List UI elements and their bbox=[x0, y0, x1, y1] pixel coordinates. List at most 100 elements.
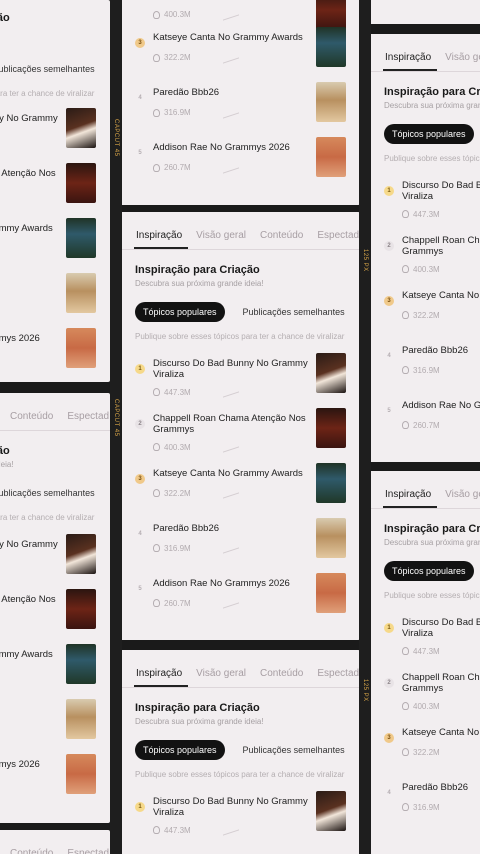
sparkline-icon bbox=[222, 106, 239, 119]
list-item[interactable]: 4 Paredão Bbb26 316.9M bbox=[384, 337, 480, 392]
item-title: Addison Rae No Grammys 2026 bbox=[153, 142, 290, 153]
item-views: 447.3M bbox=[402, 210, 440, 219]
item-views: 260.7M bbox=[153, 597, 239, 609]
section-title: Inspiração para Criação bbox=[0, 445, 10, 457]
tab-visao-geral[interactable]: Visão geral bbox=[443, 52, 480, 71]
thumbnail bbox=[316, 137, 346, 177]
left-card-top: Inspiração para Criação Tópicos populare… bbox=[0, 0, 110, 382]
list-item[interactable]: Katseye Canta No Grammy Awards bbox=[0, 215, 110, 270]
list-item[interactable]: 2 Chappell Roan Chama Atenção Nos Grammy… bbox=[135, 405, 360, 460]
section-title: Inspiração para Criação bbox=[384, 523, 480, 535]
list-item[interactable]: 1 Discurso Do Bad Bunny No Grammy Virali… bbox=[135, 788, 360, 843]
flame-icon bbox=[153, 10, 160, 19]
filter-pills: Tópicos populares Publicações semelhante… bbox=[135, 740, 360, 760]
thumbnail bbox=[316, 27, 346, 67]
pill-popular-topics[interactable]: Tópicos populares bbox=[384, 561, 474, 581]
pill-similar-posts[interactable]: Publicações semelhantes bbox=[235, 740, 353, 760]
thumbnail bbox=[66, 533, 96, 574]
rank-badge: 4 bbox=[138, 95, 142, 101]
rank-badge: 3 bbox=[135, 38, 145, 48]
list-item[interactable]: 3 Katseye Canta No Grammy Awards 322.2M bbox=[135, 460, 360, 515]
list-item[interactable]: 400.3M bbox=[135, 0, 360, 30]
list-item[interactable]: 3 Katseye Canta No Grammy Awards 322.2M bbox=[384, 282, 480, 337]
left-card-bottom: Inspiração Visão geral Conteúdo Espectad… bbox=[0, 393, 110, 823]
pill-popular-topics[interactable]: Tópicos populares bbox=[135, 740, 225, 760]
tab-espectadores[interactable]: Espectad bbox=[65, 848, 110, 854]
tab-visao-geral[interactable]: Visão geral bbox=[0, 848, 2, 854]
item-title: Paredão Bbb26 bbox=[153, 522, 220, 534]
tab-espectadores[interactable]: Espectad bbox=[315, 230, 360, 249]
item-views: 400.3M bbox=[153, 8, 239, 21]
pill-similar-posts[interactable]: Publicações semelhantes bbox=[0, 483, 103, 503]
rank-badge: 5 bbox=[138, 150, 142, 156]
pill-popular-topics[interactable]: Tópicos populares bbox=[384, 124, 474, 144]
item-title: Katseye Canta No Grammy Awards bbox=[153, 467, 303, 479]
strip-label: 125 PX bbox=[362, 249, 368, 272]
item-views: 322.2M bbox=[153, 487, 239, 499]
section-title: Inspiração para Criação bbox=[135, 702, 260, 714]
list-item[interactable]: 5 Addison Rae No Grammys 2026 260.7M bbox=[135, 570, 360, 625]
tab-bar: Inspiração Visão geral Conteúdo bbox=[369, 34, 480, 72]
hint-text: Publique sobre esses tópicos para ter a … bbox=[0, 513, 95, 522]
filter-pills: Tópicos populares Publicações semelhante… bbox=[0, 483, 110, 503]
list-item[interactable]: 2 Chappell Roan Chama Atenção Nos Grammy… bbox=[384, 227, 480, 282]
item-title: Chappell Roan Chama Atenção Nos Grammys bbox=[0, 593, 56, 605]
list-item[interactable]: Chappell Roan Chama Atenção Nos Grammys bbox=[0, 586, 110, 641]
item-views: 322.2M bbox=[402, 748, 440, 757]
flame-icon bbox=[402, 210, 409, 219]
item-title: Addison Rae No Grammys 2026 bbox=[0, 332, 40, 344]
list-item[interactable]: 4 Paredão Bbb26 316.9M bbox=[384, 774, 480, 829]
flame-icon bbox=[153, 163, 160, 172]
tab-inspiracao[interactable]: Inspiração bbox=[383, 489, 438, 508]
list-item[interactable]: 4 Paredão Bbb26 316.9M bbox=[135, 79, 360, 134]
tab-espectadores[interactable]: Espectad bbox=[65, 411, 110, 430]
flame-icon bbox=[402, 265, 409, 274]
thumbnail bbox=[316, 352, 346, 393]
list-item[interactable] bbox=[0, 696, 110, 751]
list-item[interactable]: 5 Addison Rae No Grammys 2026 260.7M bbox=[384, 392, 480, 447]
item-title: Discurso Do Bad Bunny No Grammy Viraliza bbox=[153, 357, 308, 381]
tab-conteudo[interactable]: Conteúdo bbox=[8, 848, 59, 854]
tab-inspiracao[interactable]: Inspiração bbox=[134, 668, 189, 687]
tab-conteudo[interactable]: Conteúdo bbox=[258, 230, 309, 249]
list-item[interactable]: 1 Discurso Do Bad Bunny No Grammy Virali… bbox=[384, 172, 480, 227]
thumbnail bbox=[66, 217, 96, 258]
rank-badge: 4 bbox=[387, 352, 391, 359]
hint-text: Publique sobre esses tópicos para ter a … bbox=[384, 154, 480, 163]
list-item[interactable]: 2 Chappell Roan Chama Atenção Nos Grammy… bbox=[384, 664, 480, 719]
tab-visao-geral[interactable]: Visão geral bbox=[0, 411, 2, 430]
list-item[interactable]: Chappell Roan Chama Atenção Nos Grammys bbox=[0, 160, 110, 215]
list-item[interactable]: 5 Addison Rae No Grammys 2026 260.7M bbox=[135, 134, 360, 189]
item-title: Katseye Canta No Grammy Awards bbox=[0, 222, 53, 234]
list-item[interactable]: 1 Discurso Do Bad Bunny No Grammy Virali… bbox=[135, 350, 360, 405]
tab-conteudo[interactable]: Conteúdo bbox=[258, 668, 309, 687]
tab-visao-geral[interactable]: Visão geral bbox=[194, 230, 252, 249]
tab-visao-geral[interactable]: Visão geral bbox=[443, 489, 480, 508]
item-views: 316.9M bbox=[153, 106, 239, 119]
thumbnail bbox=[66, 107, 96, 148]
strip-label: 125 PX bbox=[362, 679, 368, 702]
tab-inspiracao[interactable]: Inspiração bbox=[134, 230, 189, 249]
strip-label: CAPCUT 45 bbox=[113, 399, 119, 437]
list-item[interactable]: Addison Rae No Grammys 2026 bbox=[0, 751, 110, 806]
tab-conteudo[interactable]: Conteúdo bbox=[8, 411, 59, 430]
list-item[interactable]: Addison Rae No Grammys 2026 bbox=[0, 325, 110, 380]
list-item[interactable]: Katseye Canta No Grammy Awards bbox=[0, 641, 110, 696]
list-item[interactable]: Discurso Do Bad Bunny No Grammy Viraliza bbox=[0, 531, 110, 586]
list-item[interactable] bbox=[0, 270, 110, 325]
item-views: 260.7M bbox=[153, 161, 239, 174]
list-item[interactable]: 4 Paredão Bbb26 316.9M bbox=[135, 515, 360, 570]
right-card-top bbox=[369, 0, 480, 24]
list-item[interactable]: 3 Katseye Canta No Grammy Awards 322.2M bbox=[135, 24, 360, 79]
pill-popular-topics[interactable]: Tópicos populares bbox=[135, 302, 225, 322]
item-views: 447.3M bbox=[153, 824, 239, 836]
item-title: Paredão Bbb26 bbox=[402, 781, 469, 793]
tab-visao-geral[interactable]: Visão geral bbox=[194, 668, 252, 687]
pill-similar-posts[interactable]: Publicações semelhantes bbox=[235, 302, 353, 322]
pill-similar-posts[interactable]: Publicações semelhantes bbox=[0, 59, 103, 79]
tab-inspiracao[interactable]: Inspiração bbox=[383, 52, 438, 71]
list-item[interactable]: 3 Katseye Canta No Grammy Awards 322.2M bbox=[384, 719, 480, 774]
tab-espectadores[interactable]: Espectad bbox=[315, 668, 360, 687]
list-item[interactable]: Discurso Do Bad Bunny No Grammy Viraliza bbox=[0, 105, 110, 160]
list-item[interactable]: 1 Discurso Do Bad Bunny No Grammy Virali… bbox=[384, 609, 480, 664]
